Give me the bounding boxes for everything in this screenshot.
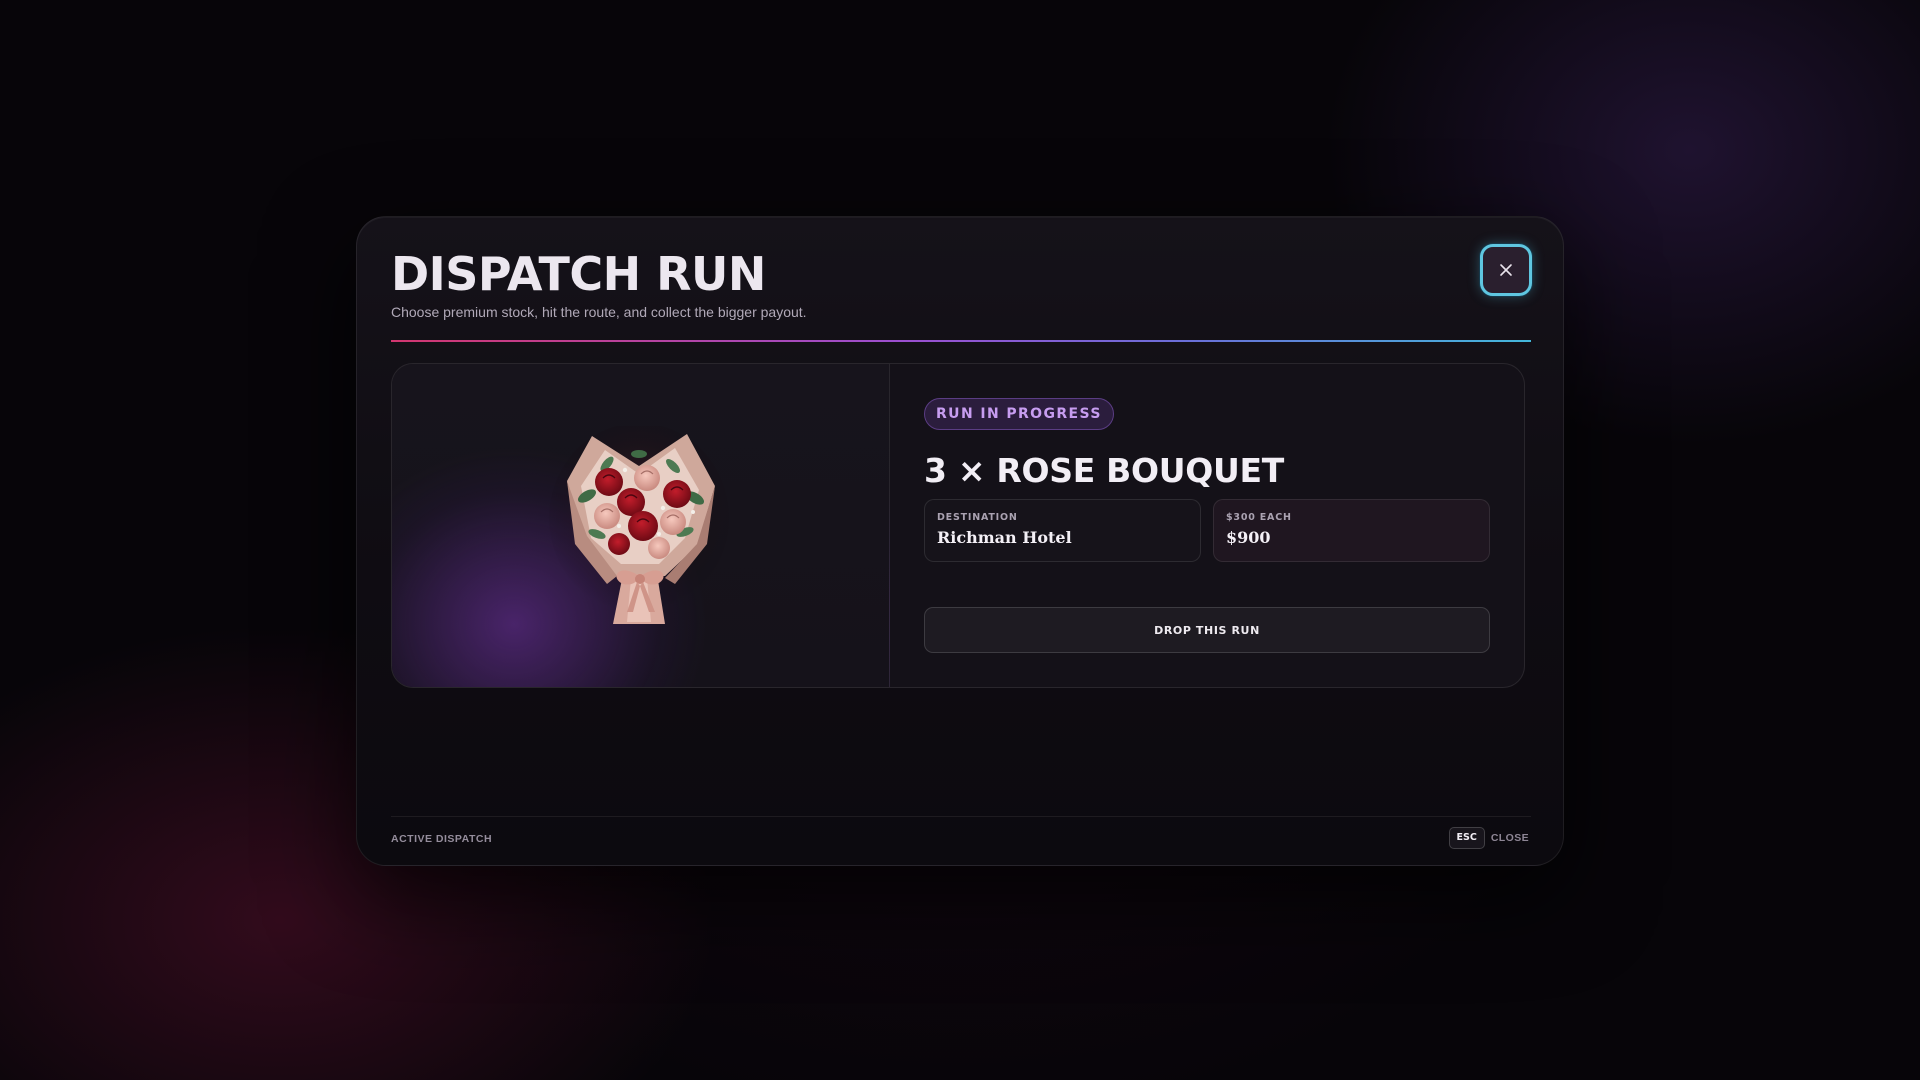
payout-label: $300 EACH (1226, 512, 1292, 523)
esc-key[interactable]: ESC (1448, 827, 1485, 849)
run-info: RUN IN PROGRESS 3 × ROSE BOUQUET DESTINA… (890, 364, 1524, 687)
status-badge: RUN IN PROGRESS (924, 398, 1114, 430)
close-icon (1499, 263, 1513, 277)
modal-subtitle: Choose premium stock, hit the route, and… (391, 304, 807, 320)
drop-run-button[interactable]: DROP THIS RUN (924, 607, 1490, 653)
destination-label: DESTINATION (937, 512, 1018, 523)
footer-shortcut: ESC CLOSE (1448, 827, 1529, 849)
destination-value: Richman Hotel (937, 528, 1072, 547)
rose-bouquet-image (549, 426, 729, 624)
modal-title: DISPATCH RUN (391, 247, 766, 301)
close-button[interactable] (1480, 244, 1532, 296)
footer-divider (391, 816, 1531, 817)
esc-key-label: CLOSE (1490, 832, 1529, 844)
header-divider (391, 340, 1531, 342)
destination-card: DESTINATION Richman Hotel (924, 499, 1201, 562)
item-title: 3 × ROSE BOUQUET (924, 451, 1284, 490)
payout-value: $900 (1226, 528, 1271, 547)
footer-status: ACTIVE DISPATCH (391, 833, 493, 845)
dispatch-modal: DISPATCH RUN Choose premium stock, hit t… (356, 216, 1564, 866)
run-card: RUN IN PROGRESS 3 × ROSE BOUQUET DESTINA… (391, 363, 1525, 688)
item-media (392, 364, 890, 687)
payout-card: $300 EACH $900 (1213, 499, 1490, 562)
